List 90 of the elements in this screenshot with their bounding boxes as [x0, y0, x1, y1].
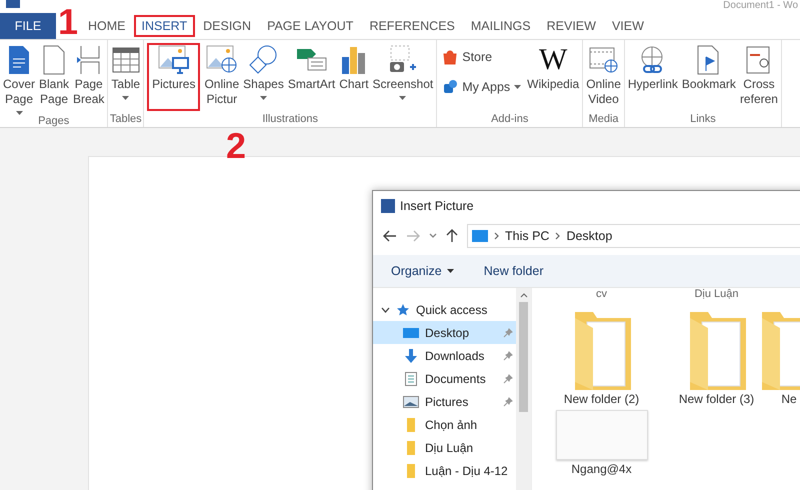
- picture-globe-icon: [206, 45, 238, 75]
- ribbon-tab[interactable]: VIEW: [604, 15, 652, 37]
- window-title: Document1 - Wo: [723, 0, 798, 12]
- nav-item[interactable]: Desktop: [373, 321, 516, 344]
- ribbon-tab[interactable]: MAILINGS: [462, 15, 539, 37]
- toolbar-button[interactable]: New folder: [478, 262, 550, 280]
- address-bar[interactable]: This PC Desktop: [467, 224, 800, 248]
- ribbon-button[interactable]: Bookmark: [680, 43, 738, 92]
- group-label: Pages: [38, 115, 70, 129]
- chevron-up-icon[interactable]: [520, 293, 528, 298]
- group-label: Links: [690, 113, 716, 127]
- apps-icon: [442, 79, 458, 95]
- ribbon-button[interactable]: My Apps: [438, 73, 526, 101]
- ribbon-button[interactable]: W Wikipedia: [525, 43, 582, 92]
- nav-item[interactable]: Pictures: [373, 390, 516, 413]
- film-globe-icon: [588, 45, 619, 75]
- pin-icon[interactable]: [503, 350, 513, 360]
- group-label: Add-ins: [491, 113, 528, 127]
- ribbon-tab[interactable]: DESIGN: [195, 15, 260, 37]
- up-arrow-icon[interactable]: [446, 229, 458, 243]
- nav-item[interactable]: Documents: [373, 367, 516, 390]
- chevron-right-icon: [555, 232, 560, 240]
- camera-icon: [388, 45, 418, 75]
- group-label: Illustrations: [262, 113, 318, 127]
- ribbon-tab[interactable]: INSERT: [134, 15, 196, 37]
- back-arrow-icon[interactable]: [383, 230, 397, 242]
- ribbon-button[interactable]: Online Pictur: [202, 43, 242, 107]
- toolbar-button[interactable]: Organize: [385, 262, 460, 280]
- breadcrumb-item[interactable]: This PC: [505, 229, 550, 243]
- pin-icon[interactable]: [503, 374, 513, 384]
- nav-item[interactable]: Dịu Luận: [373, 436, 516, 459]
- chevron-right-icon: [494, 232, 499, 240]
- monitor-icon: [472, 230, 488, 242]
- nav-item[interactable]: Chọn ảnh: [373, 413, 516, 436]
- ribbon-button[interactable]: Screenshot: [370, 43, 436, 100]
- bar-chart-icon: [340, 45, 368, 75]
- step-number: 2: [226, 128, 246, 164]
- table-icon: [112, 47, 140, 73]
- ribbon-tab[interactable]: PAGE LAYOUT: [259, 15, 362, 37]
- scrollbar[interactable]: [516, 288, 531, 490]
- file-name[interactable]: New folder (3): [678, 392, 754, 406]
- ribbon-button[interactable]: Cross referen: [738, 43, 780, 107]
- nav-item[interactable]: Quick access: [373, 298, 516, 321]
- monitor-icon: [403, 326, 419, 338]
- app-logo-icon: [381, 199, 395, 213]
- document-icon: [8, 45, 30, 75]
- ribbon-button[interactable]: Store: [438, 43, 526, 71]
- ribbon-tab[interactable]: REVIEW: [538, 15, 604, 37]
- cross-reference-icon: [746, 45, 772, 75]
- forward-arrow-icon[interactable]: [406, 230, 420, 242]
- breadcrumb-item[interactable]: Desktop: [566, 229, 612, 243]
- pin-icon[interactable]: [503, 396, 513, 406]
- step-number: 1: [58, 4, 78, 40]
- dialog-title: Insert Picture: [400, 199, 474, 213]
- pin-icon[interactable]: [503, 328, 513, 338]
- ribbon-tab[interactable]: HOME: [80, 15, 134, 37]
- chevron-down-icon[interactable]: [429, 233, 437, 239]
- group-label: Media: [588, 113, 619, 127]
- file-name: cv: [596, 288, 607, 302]
- blank-page-icon: [43, 45, 66, 75]
- ribbon-button[interactable]: Pictures: [147, 43, 200, 111]
- shapes-icon: [247, 45, 280, 75]
- document-icon: [403, 372, 419, 386]
- ribbon-button[interactable]: Shapes: [241, 43, 286, 100]
- page-flag-icon: [696, 45, 721, 75]
- file-name: Dịu Luận: [694, 288, 739, 302]
- group-label: Tables: [110, 113, 142, 127]
- file-name[interactable]: Ngang@4x: [571, 462, 632, 476]
- ribbon-button[interactable]: Online Video: [584, 43, 623, 107]
- ribbon-button[interactable]: Hyperlink: [626, 43, 680, 92]
- ribbon-button[interactable]: SmartArt: [286, 43, 338, 92]
- app-logo-icon: [6, 0, 20, 8]
- ribbon-button[interactable]: Blank Page: [37, 43, 72, 107]
- nav-item[interactable]: Luận - Dịu 4-12: [373, 459, 516, 482]
- file-tab[interactable]: FILE: [0, 13, 56, 39]
- picture-monitor-icon: [158, 45, 190, 75]
- ribbon-button[interactable]: Page Break: [71, 43, 106, 107]
- file-name[interactable]: New folder (2): [564, 392, 640, 406]
- ribbon-button[interactable]: Cover Page: [1, 43, 38, 115]
- download-icon: [403, 348, 419, 362]
- image-thumbnail[interactable]: [556, 410, 648, 460]
- star-icon: [396, 302, 410, 316]
- file-name[interactable]: Ne: [781, 392, 797, 406]
- page-break-icon: [76, 45, 102, 75]
- ribbon-tab[interactable]: REFERENCES: [361, 15, 463, 37]
- nav-item[interactable]: Downloads: [373, 344, 516, 367]
- shopping-bag-icon: [442, 49, 458, 65]
- ribbon-button[interactable]: Chart: [337, 43, 371, 92]
- picture-icon: [403, 396, 419, 408]
- ribbon-button[interactable]: Table: [109, 43, 142, 100]
